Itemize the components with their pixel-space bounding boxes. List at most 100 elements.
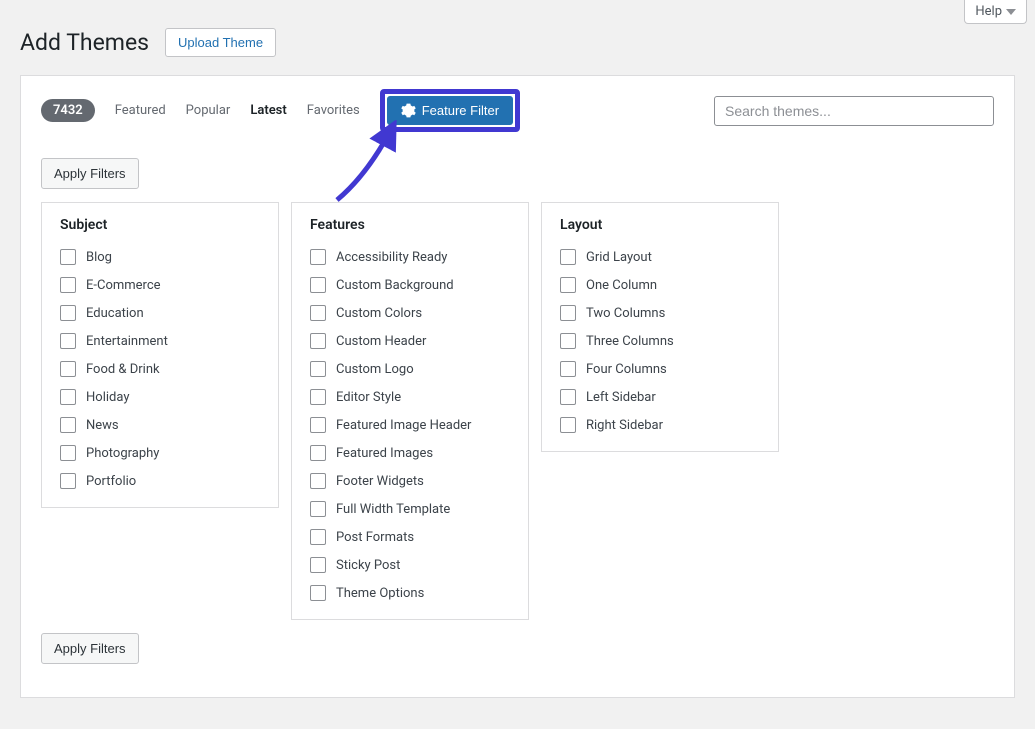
filter-item-label: Right Sidebar <box>586 418 663 433</box>
filter-item[interactable]: Featured Image Header <box>310 417 510 433</box>
filter-checkbox[interactable] <box>560 389 576 405</box>
filter-item-label: One Column <box>586 278 657 293</box>
filter-item[interactable]: Photography <box>60 445 260 461</box>
filter-item[interactable]: Four Columns <box>560 361 760 377</box>
filter-item[interactable]: Editor Style <box>310 389 510 405</box>
filter-checkbox[interactable] <box>310 417 326 433</box>
filter-item-label: Footer Widgets <box>336 474 424 489</box>
filter-item[interactable]: Food & Drink <box>60 361 260 377</box>
filter-item-label: Custom Header <box>336 334 426 349</box>
filter-item[interactable]: Full Width Template <box>310 501 510 517</box>
filter-checkbox[interactable] <box>310 249 326 265</box>
filter-checkbox[interactable] <box>560 249 576 265</box>
tab-popular[interactable]: Popular <box>186 103 231 118</box>
filter-checkbox[interactable] <box>560 305 576 321</box>
filter-item-label: Left Sidebar <box>586 390 656 405</box>
filter-checkbox[interactable] <box>310 389 326 405</box>
filter-checkbox[interactable] <box>60 305 76 321</box>
filter-group-title: Layout <box>560 217 760 233</box>
filter-checkbox[interactable] <box>310 361 326 377</box>
filter-item-label: Full Width Template <box>336 502 450 517</box>
tab-favorites[interactable]: Favorites <box>307 103 360 118</box>
filter-checkbox[interactable] <box>60 473 76 489</box>
filter-item[interactable]: Post Formats <box>310 529 510 545</box>
filter-item[interactable]: Custom Logo <box>310 361 510 377</box>
filter-item-label: Featured Images <box>336 446 433 461</box>
filter-group-features: Features Accessibility Ready Custom Backgr… <box>291 202 529 620</box>
filter-item-label: Custom Colors <box>336 306 422 321</box>
filter-item[interactable]: News <box>60 417 260 433</box>
apply-filters-button-top[interactable]: Apply Filters <box>41 158 139 189</box>
filter-item[interactable]: Portfolio <box>60 473 260 489</box>
filter-item[interactable]: Education <box>60 305 260 321</box>
filter-item-label: Featured Image Header <box>336 418 471 433</box>
filter-item[interactable]: Accessibility Ready <box>310 249 510 265</box>
filter-item[interactable]: Custom Background <box>310 277 510 293</box>
filter-item[interactable]: Right Sidebar <box>560 417 760 433</box>
filter-checkbox[interactable] <box>560 277 576 293</box>
help-tab[interactable]: Help <box>964 0 1027 24</box>
filter-checkbox[interactable] <box>60 445 76 461</box>
filter-group-title: Subject <box>60 217 260 233</box>
search-input[interactable] <box>714 96 994 126</box>
filter-checkbox[interactable] <box>310 445 326 461</box>
filter-item-label: Sticky Post <box>336 558 400 573</box>
filter-item-label: News <box>86 418 119 433</box>
filter-item[interactable]: Sticky Post <box>310 557 510 573</box>
filter-item-label: Food & Drink <box>86 362 160 377</box>
filter-item[interactable]: Theme Options <box>310 585 510 601</box>
filter-item-label: Post Formats <box>336 530 414 545</box>
filter-item[interactable]: Custom Header <box>310 333 510 349</box>
filter-checkbox[interactable] <box>560 361 576 377</box>
filter-item[interactable]: Featured Images <box>310 445 510 461</box>
filter-checkbox[interactable] <box>310 473 326 489</box>
filter-item[interactable]: One Column <box>560 277 760 293</box>
filter-item-label: Two Columns <box>586 306 665 321</box>
upload-theme-button[interactable]: Upload Theme <box>165 28 276 57</box>
gear-icon <box>401 103 416 118</box>
filter-item[interactable]: Holiday <box>60 389 260 405</box>
filter-item-label: Education <box>86 306 144 321</box>
filter-item-label: Three Columns <box>586 334 674 349</box>
filter-checkbox[interactable] <box>60 249 76 265</box>
filter-checkbox[interactable] <box>60 277 76 293</box>
filter-item-label: Accessibility Ready <box>336 250 447 265</box>
filter-item[interactable]: Left Sidebar <box>560 389 760 405</box>
tab-featured[interactable]: Featured <box>115 103 166 118</box>
filter-item-label: Four Columns <box>586 362 667 377</box>
filter-item-label: Portfolio <box>86 474 136 489</box>
filter-item[interactable]: Entertainment <box>60 333 260 349</box>
apply-filters-button-bottom[interactable]: Apply Filters <box>41 633 139 664</box>
tab-latest[interactable]: Latest <box>250 103 286 118</box>
filter-group-title: Features <box>310 217 510 233</box>
filter-item[interactable]: Footer Widgets <box>310 473 510 489</box>
feature-filter-button[interactable]: Feature Filter <box>387 96 513 125</box>
filter-checkbox[interactable] <box>310 585 326 601</box>
filter-checkbox[interactable] <box>60 417 76 433</box>
filter-checkbox[interactable] <box>560 333 576 349</box>
filter-item-label: Custom Background <box>336 278 454 293</box>
filter-item[interactable]: E-Commerce <box>60 277 260 293</box>
filter-checkbox[interactable] <box>60 361 76 377</box>
filter-checkbox[interactable] <box>60 389 76 405</box>
filter-item[interactable]: Grid Layout <box>560 249 760 265</box>
filter-checkbox[interactable] <box>310 277 326 293</box>
filter-item[interactable]: Two Columns <box>560 305 760 321</box>
filter-item-label: Entertainment <box>86 334 168 349</box>
annotation-highlight: Feature Filter <box>380 89 520 132</box>
filter-checkbox[interactable] <box>560 417 576 433</box>
filter-item[interactable]: Blog <box>60 249 260 265</box>
filter-checkbox[interactable] <box>310 333 326 349</box>
filter-checkbox[interactable] <box>310 501 326 517</box>
filter-checkbox[interactable] <box>310 557 326 573</box>
filter-checkbox[interactable] <box>60 333 76 349</box>
feature-filter-label: Feature Filter <box>422 103 499 118</box>
filter-checkbox[interactable] <box>310 529 326 545</box>
filter-item-label: Holiday <box>86 390 129 405</box>
filter-group-subject: Subject Blog E-Commerce Education Entertainm… <box>41 202 279 508</box>
filter-item-label: E-Commerce <box>86 278 161 293</box>
filter-item[interactable]: Three Columns <box>560 333 760 349</box>
filter-item[interactable]: Custom Colors <box>310 305 510 321</box>
filter-checkbox[interactable] <box>310 305 326 321</box>
help-label: Help <box>975 4 1002 19</box>
